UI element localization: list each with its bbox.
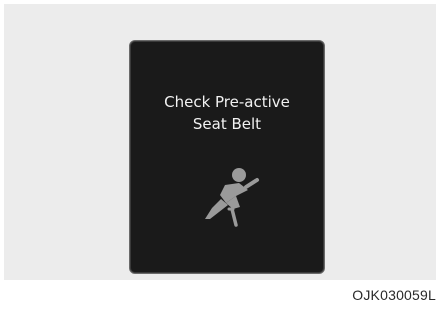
cluster-display: Check Pre-active Seat Belt bbox=[129, 40, 325, 274]
figure-code: OJK030059L bbox=[352, 287, 436, 303]
warning-message-line-2: Seat Belt bbox=[192, 115, 262, 133]
warning-message-line-1: Check Pre-active bbox=[164, 93, 290, 111]
seat-belt-warning-icon bbox=[205, 168, 259, 227]
warning-message: Check Pre-active Seat Belt bbox=[130, 91, 324, 135]
illustration-panel: Check Pre-active Seat Belt bbox=[4, 4, 436, 280]
